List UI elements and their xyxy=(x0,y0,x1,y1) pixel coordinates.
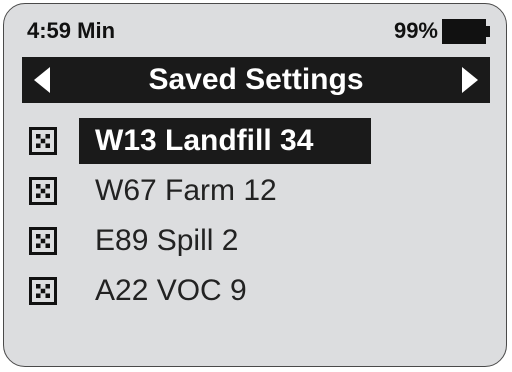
list-item[interactable]: A22 VOC 9 xyxy=(4,268,506,314)
checkbox-icon xyxy=(29,227,57,255)
list-item-label: W67 Farm 12 xyxy=(95,174,277,207)
previous-button[interactable] xyxy=(22,57,62,103)
right-arrow-icon xyxy=(462,67,478,93)
list-item[interactable]: W13 Landfill 34 xyxy=(4,118,506,164)
left-arrow-icon xyxy=(34,67,50,93)
screen-title: Saved Settings xyxy=(148,63,364,96)
list-item-label: E89 Spill 2 xyxy=(95,224,239,257)
list-item-label: A22 VOC 9 xyxy=(95,274,247,307)
checkbox-icon xyxy=(29,277,57,305)
checkbox-icon xyxy=(29,177,57,205)
battery-percent: 99% xyxy=(393,18,438,43)
list-item[interactable]: E89 Spill 2 xyxy=(4,218,506,264)
device-screen: 4:59 Min 99% Saved Settings W13 Landfill… xyxy=(3,3,507,367)
list-item[interactable]: W67 Farm 12 xyxy=(4,168,506,214)
checkbox-icon xyxy=(29,127,57,155)
next-button[interactable] xyxy=(450,57,490,103)
status-time: 4:59 Min xyxy=(27,18,116,43)
battery-icon xyxy=(442,19,490,44)
title-bar: Saved Settings xyxy=(22,57,490,103)
list-item-label: W13 Landfill 34 xyxy=(79,118,371,164)
